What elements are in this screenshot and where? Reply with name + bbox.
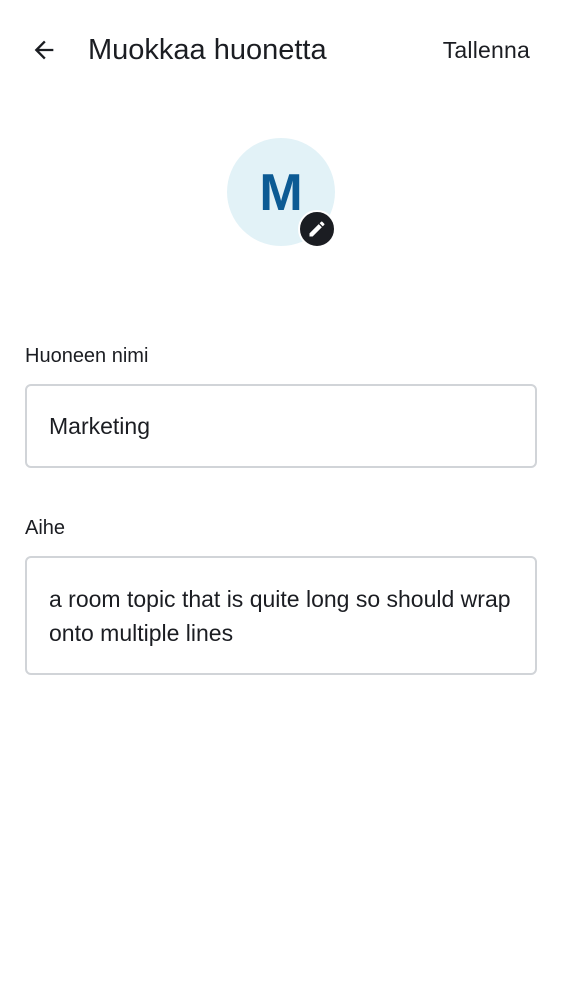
room-name-label: Huoneen nimi (25, 345, 149, 367)
arrow-left-icon (34, 40, 54, 60)
topic-value: a room topic that is quite long so shoul… (49, 586, 511, 646)
edit-avatar-button[interactable] (298, 210, 336, 248)
save-button[interactable]: Tallenna (443, 32, 530, 68)
pencil-icon (309, 221, 325, 237)
back-button[interactable] (22, 28, 66, 72)
avatar-initial: M (259, 164, 303, 222)
room-name-value: Marketing (49, 412, 150, 439)
top-app-bar: Muokkaa huonetta Tallenna (0, 0, 562, 100)
topic-label: Aihe (25, 517, 66, 539)
page-title: Muokkaa huonetta (88, 34, 327, 66)
topic-input[interactable]: a room topic that is quite long so shoul… (25, 556, 537, 675)
room-name-input[interactable]: Marketing (25, 384, 537, 468)
